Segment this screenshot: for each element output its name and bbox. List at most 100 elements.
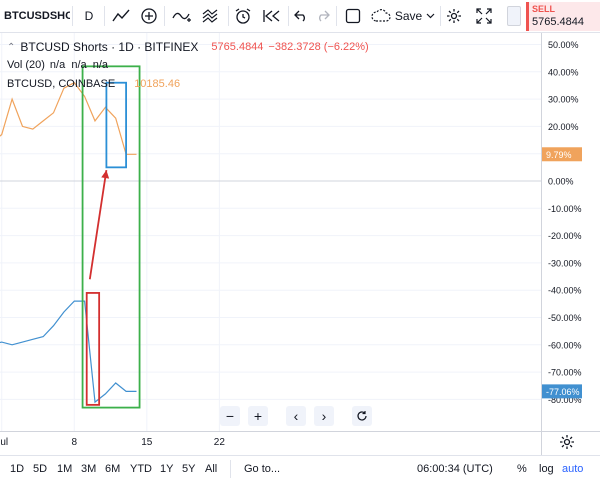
annotation-rectangle (81, 65, 141, 409)
last-value-label: -77.06% (546, 387, 580, 397)
symbol-search[interactable]: BTCUSDSHORTS (4, 5, 70, 27)
redo-button[interactable] (314, 5, 332, 27)
range-all[interactable]: All (205, 463, 217, 475)
symbol-label: BTCUSDSHORTS (4, 10, 70, 22)
x-tick-label: Jul (0, 437, 8, 448)
x-tick-label: 15 (141, 437, 153, 448)
main-series-last: 5765.4844 (211, 41, 264, 53)
range-5d[interactable]: 5D (33, 463, 47, 475)
settings-gear-button[interactable] (444, 5, 464, 27)
alarm-clock-icon (235, 8, 251, 24)
main-series-change: −382.3728 (−6.22%) (268, 41, 369, 53)
y-tick-label: -70.00% (548, 368, 582, 378)
toolbar-divider (72, 6, 73, 26)
auto-scale-toggle[interactable]: auto (562, 463, 583, 475)
log-scale-toggle[interactable]: log (539, 463, 554, 475)
scroll-right-button[interactable]: › (314, 406, 334, 426)
layout-button[interactable] (342, 5, 364, 27)
annotation-rectangle (105, 81, 127, 169)
compare-label: BTCUSD, COINBASE (7, 78, 116, 90)
range-ytd[interactable]: YTD (130, 463, 152, 475)
range-5y[interactable]: 5Y (182, 463, 195, 475)
buy-sell-toggle[interactable] (507, 6, 521, 26)
sell-label: SELL (532, 4, 556, 14)
financials-button[interactable] (200, 5, 224, 27)
fullscreen-button[interactable] (474, 5, 494, 27)
save-label: Save (394, 9, 423, 23)
chevron-down-icon (426, 13, 435, 19)
y-tick-label: 50.00% (548, 40, 579, 50)
goto-date-button[interactable]: Go to... (244, 463, 280, 475)
range-1m[interactable]: 1M (57, 463, 72, 475)
compare-legend[interactable]: BTCUSD, COINBASE 10185.46 (7, 78, 180, 90)
compare-button[interactable] (138, 5, 160, 27)
sell-button[interactable]: SELL 5765.4844 (526, 2, 600, 31)
collapse-chevron-icon[interactable]: ⌃ (7, 42, 15, 53)
x-tick-label: 22 (214, 437, 226, 448)
square-layout-icon (345, 8, 361, 24)
zoom-out-button[interactable]: − (220, 406, 240, 426)
redo-icon (319, 10, 330, 22)
volume-values: n/a n/a n/a (49, 59, 109, 71)
y-tick-label: -50.00% (548, 313, 582, 323)
volume-legend[interactable]: Vol (20) n/a n/a n/a (7, 59, 108, 71)
last-value-label: 9.79% (546, 150, 572, 160)
toolbar-divider (230, 460, 231, 478)
utc-clock[interactable]: 06:00:34 (UTC) (417, 463, 493, 475)
replay-button[interactable] (260, 5, 284, 27)
range-1y[interactable]: 1Y (160, 463, 173, 475)
toolbar-divider (336, 6, 337, 26)
y-tick-label: -40.00% (548, 286, 582, 296)
cloud-icon (371, 9, 391, 22)
main-series-line (0, 300, 137, 404)
chart-settings-button[interactable] (559, 434, 577, 452)
chevron-right-icon: › (321, 408, 327, 424)
y-tick-label: -60.00% (548, 340, 582, 350)
multi-line-icon (202, 9, 218, 23)
y-tick-label: -10.00% (548, 204, 582, 214)
y-tick-label: 0.00% (548, 177, 574, 187)
fullscreen-icon (476, 8, 492, 24)
plus-icon: + (253, 408, 263, 424)
annotation-arrowhead (101, 170, 110, 179)
y-tick-label: 20.00% (548, 122, 579, 132)
range-1d[interactable]: 1D (10, 463, 24, 475)
y-tick-label: -30.00% (548, 258, 582, 268)
main-series-legend[interactable]: ⌃ BTCUSD Shorts · 1D · BITFINEX 5765.484… (7, 40, 369, 54)
percent-scale-toggle[interactable]: % (517, 463, 527, 475)
chevron-left-icon: ‹ (293, 408, 299, 424)
zoom-in-button[interactable]: + (248, 406, 268, 426)
y-tick-label: -20.00% (548, 231, 582, 241)
toolbar-divider (104, 6, 105, 26)
gear-icon (560, 435, 574, 449)
reset-chart-button[interactable] (352, 406, 372, 426)
y-tick-label: 40.00% (548, 67, 579, 77)
reset-icon (357, 411, 367, 421)
bottom-toolbar: 1D 5D 1M 3M 6M YTD 1Y 5Y All Go to... 06… (0, 455, 600, 481)
indicators-button[interactable] (170, 5, 194, 27)
alert-button[interactable] (232, 5, 254, 27)
price-chart[interactable]: 50.00%40.00%30.00%20.00%10.00%0.00%-10.0… (0, 33, 600, 455)
line-chart-icon (112, 9, 130, 22)
interval-button[interactable]: D (78, 5, 100, 27)
scroll-left-button[interactable]: ‹ (286, 406, 306, 426)
indicator-wave-icon (172, 12, 191, 22)
annotation-rectangle (85, 292, 101, 406)
plus-circle-icon (141, 8, 157, 24)
undo-button[interactable] (292, 5, 310, 27)
toolbar-divider (164, 6, 165, 26)
main-series-title: BTCUSD Shorts · 1D · BITFINEX (20, 40, 199, 54)
interval-label: D (84, 9, 94, 23)
gear-icon (447, 9, 461, 23)
top-toolbar: BTCUSDSHORTS D Save (0, 0, 600, 33)
toolbar-divider (440, 6, 441, 26)
compare-last: 10185.46 (134, 78, 181, 90)
toolbar-divider (228, 6, 229, 26)
volume-label: Vol (20) (7, 59, 45, 71)
minus-icon: − (225, 408, 235, 424)
chart-style-button[interactable] (110, 5, 132, 27)
range-3m[interactable]: 3M (81, 463, 96, 475)
toolbar-divider (288, 6, 289, 26)
save-button[interactable]: Save (370, 5, 436, 27)
range-6m[interactable]: 6M (105, 463, 120, 475)
